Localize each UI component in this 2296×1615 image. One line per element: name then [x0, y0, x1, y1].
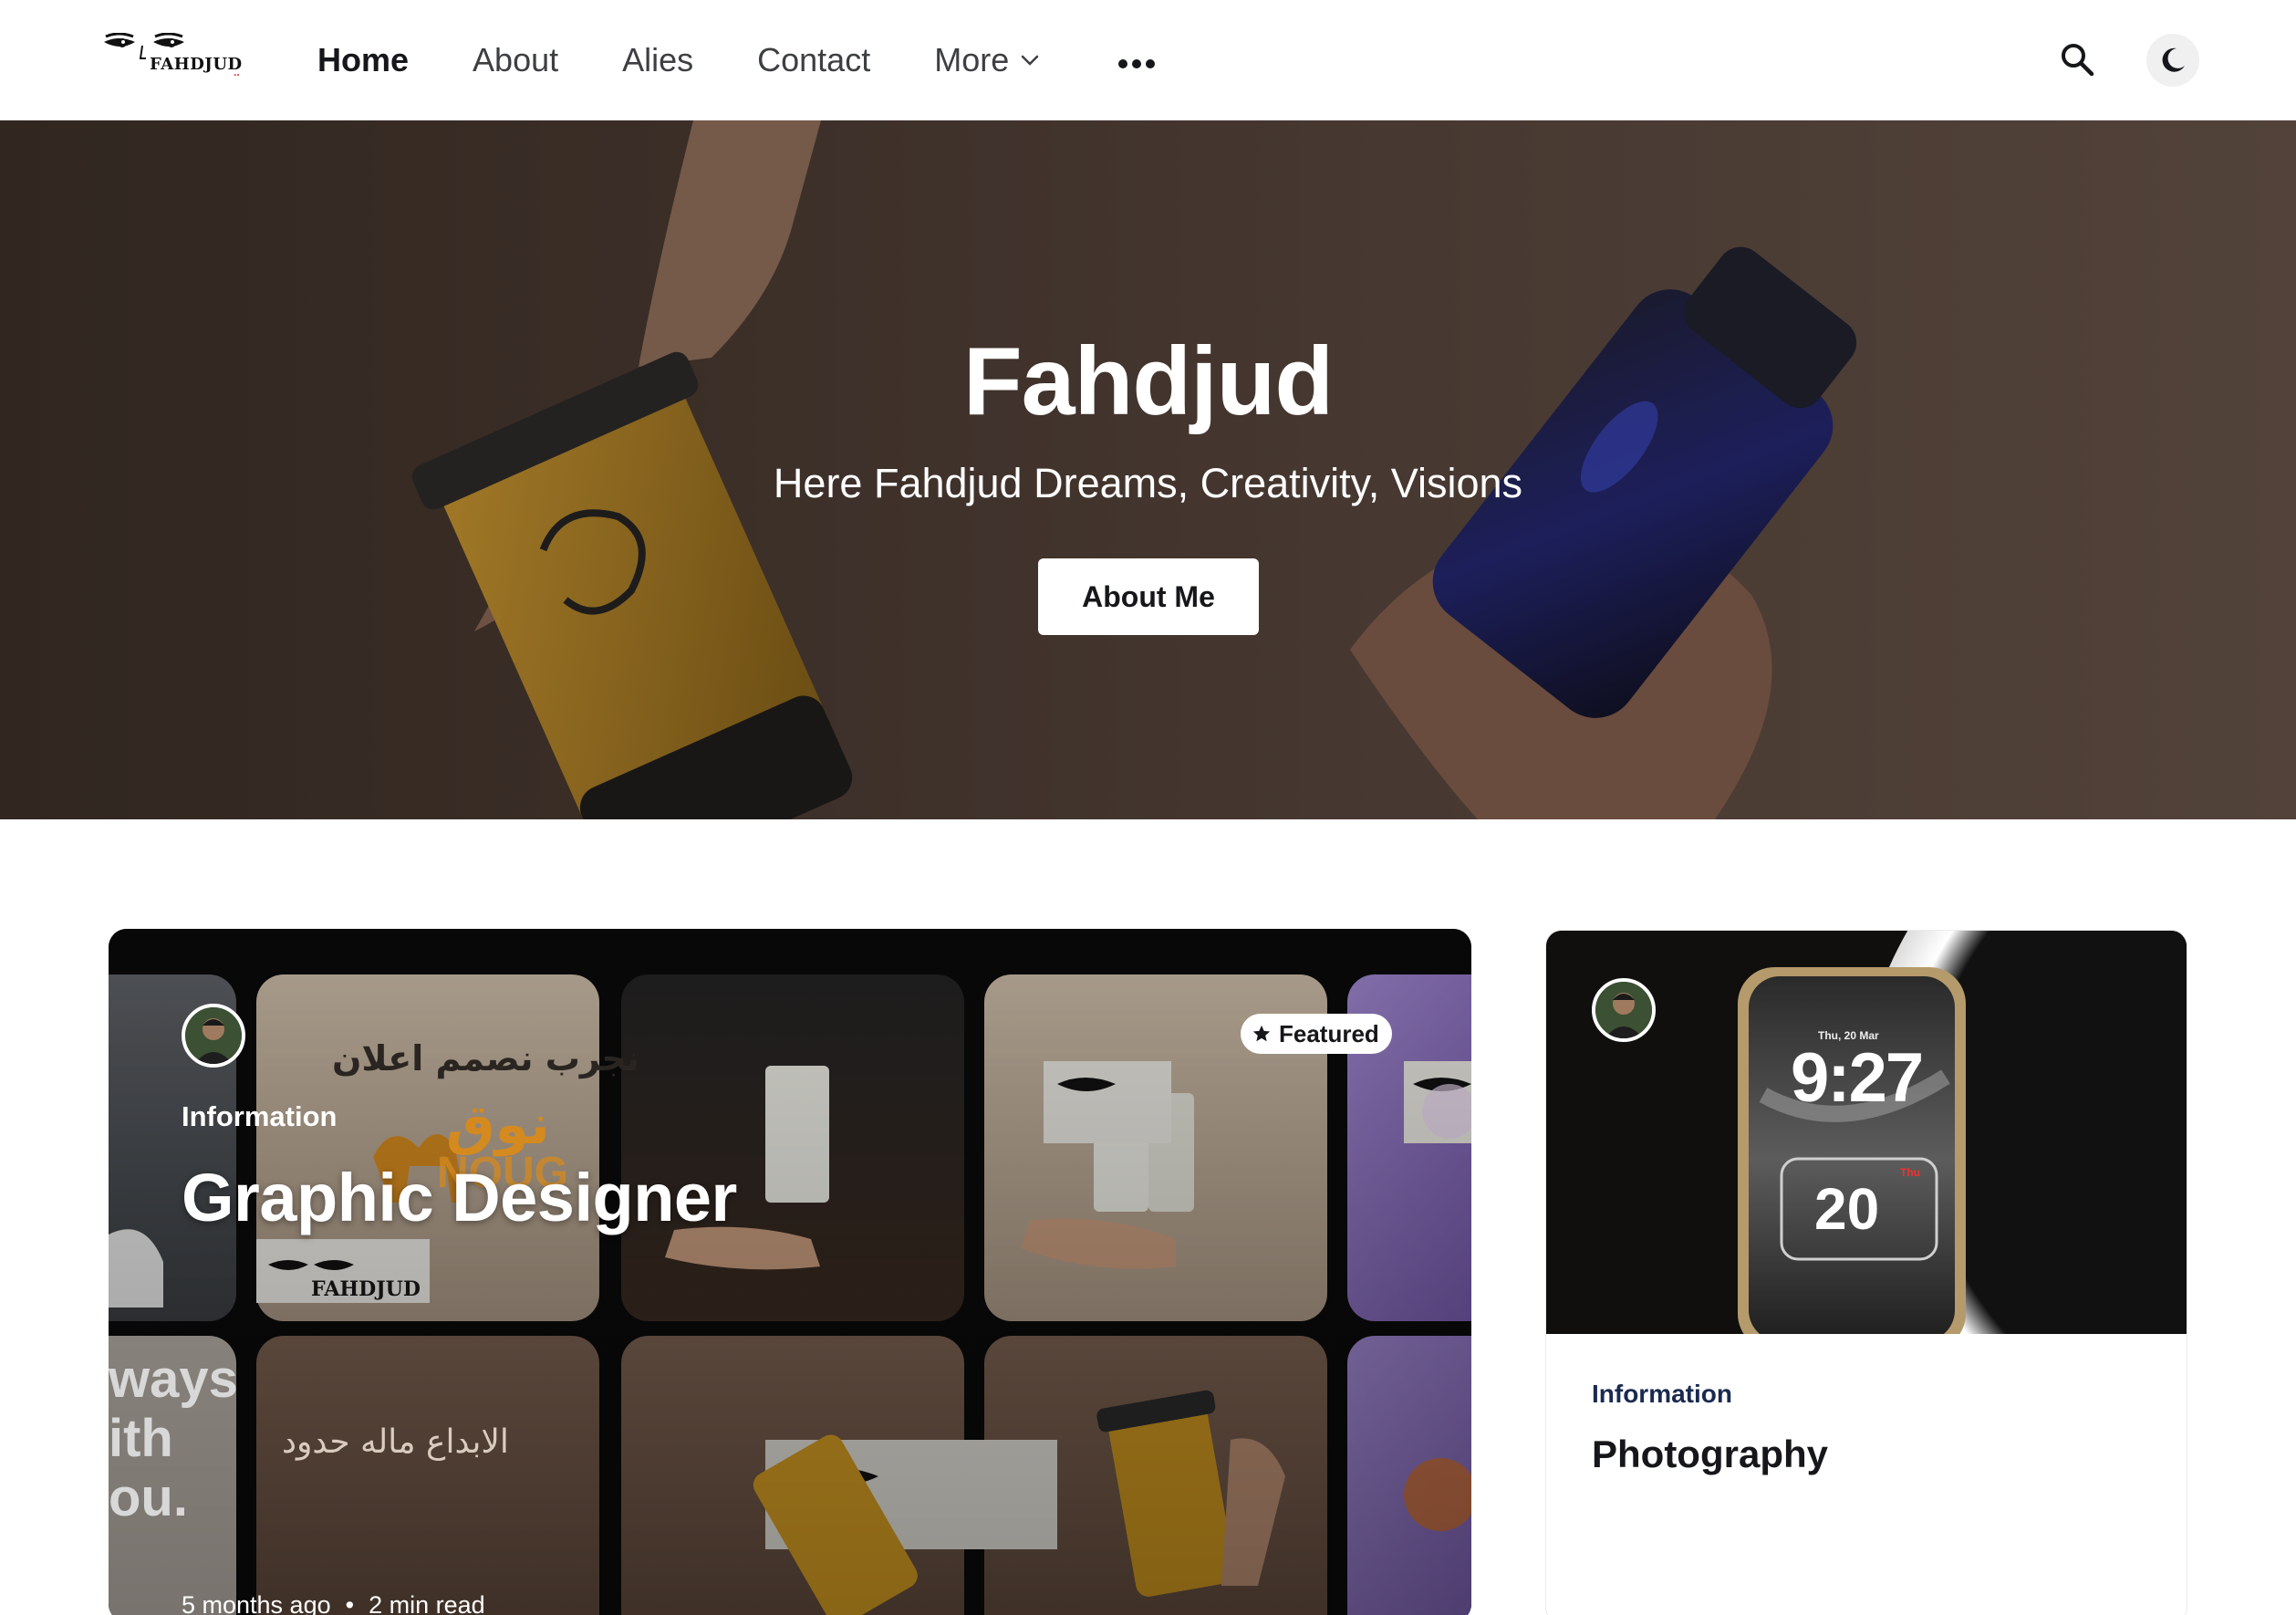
hero-section: Fahdjud Here Fahdjud Dreams, Creativity,…: [0, 120, 2296, 819]
post-tag[interactable]: Information: [182, 1100, 338, 1133]
hero-title: Fahdjud: [962, 328, 1334, 435]
site-header: FAHDJUD .. Home About Alies Contact More: [0, 0, 2296, 120]
post-image: Thu, 20 Mar 9:27 20 Thu: [1546, 931, 2187, 1334]
featured-badge: Featured: [1241, 1014, 1392, 1054]
artwork-arabic-top: نجرب نصمم اعلان: [332, 1038, 640, 1078]
site-logo[interactable]: FAHDJUD ..: [102, 33, 248, 84]
artwork-logo-small: FAHDJUD: [311, 1277, 421, 1301]
phone-time: 9:27: [1791, 1039, 1924, 1117]
meta-separator: •: [345, 1591, 355, 1615]
post-title[interactable]: Photography: [1592, 1433, 1828, 1476]
featured-badge-label: Featured: [1279, 1019, 1379, 1047]
artwork-arabic-bottom: الابداع ماله حدود: [282, 1423, 509, 1461]
nav-contact[interactable]: Contact: [757, 41, 870, 79]
hero-subtitle: Here Fahdjud Dreams, Creativity, Visions: [773, 460, 1523, 506]
author-avatar-icon: [185, 1007, 242, 1064]
nav-about[interactable]: About: [473, 41, 558, 79]
theme-toggle-button[interactable]: [2146, 34, 2199, 87]
author-avatar-icon: [1595, 982, 1652, 1038]
search-button[interactable]: [2058, 40, 2098, 80]
chevron-down-icon: [1020, 54, 1040, 67]
post-meta: 5 months ago • 2 min read: [182, 1591, 485, 1615]
moon-icon: [2162, 47, 2185, 72]
phone-weekday: Thu: [1900, 1166, 1920, 1179]
nav-alies[interactable]: Alies: [622, 41, 693, 79]
star-icon: [1252, 1025, 1271, 1042]
phone-day: 20: [1814, 1176, 1880, 1242]
main-nav: Home About Alies Contact More: [317, 0, 1157, 120]
more-dots-icon[interactable]: [1117, 43, 1157, 78]
post-tag[interactable]: Information: [1592, 1380, 1732, 1409]
author-avatar[interactable]: [182, 1004, 245, 1068]
post-read-time: 2 min read: [369, 1591, 485, 1615]
artwork-left-fragment-bottom: ways ith ou.: [109, 1349, 238, 1527]
about-me-button[interactable]: About Me: [1038, 558, 1259, 635]
nav-more[interactable]: More: [934, 41, 1040, 79]
search-icon: [2062, 44, 2094, 77]
post-card[interactable]: Thu, 20 Mar 9:27 20 Thu Information Phot…: [1545, 930, 2187, 1615]
post-age: 5 months ago: [182, 1591, 331, 1615]
featured-post-card[interactable]: نجرب نصمم اعلان نوق NOUG الابداع ماله حد…: [109, 929, 1471, 1615]
nav-more-label: More: [934, 41, 1010, 78]
author-avatar[interactable]: [1592, 978, 1656, 1042]
logo-dots: ..: [234, 66, 240, 78]
logo-wordmark: FAHDJUD: [150, 55, 243, 74]
nav-home[interactable]: Home: [317, 41, 409, 79]
post-title[interactable]: Graphic Designer: [182, 1159, 737, 1236]
